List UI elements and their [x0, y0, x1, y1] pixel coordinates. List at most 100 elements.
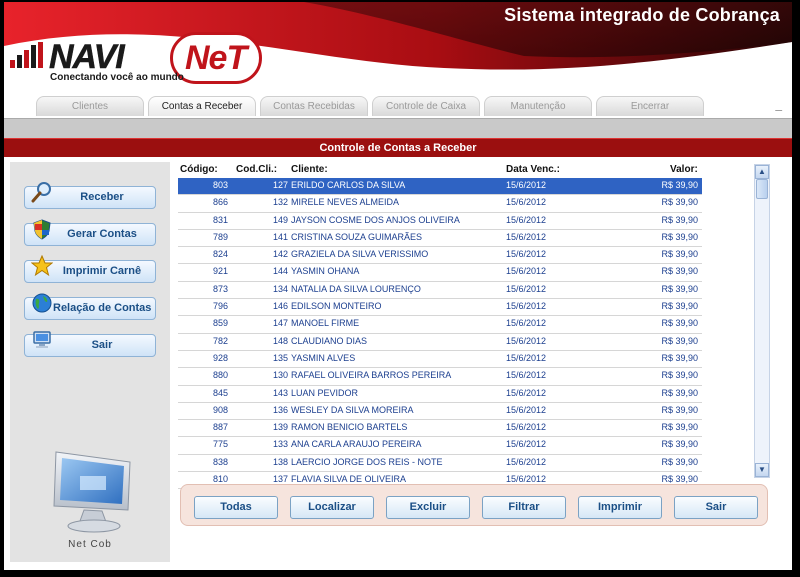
- sidebar-sair-button[interactable]: Sair: [24, 331, 156, 357]
- cell-valor: R$ 39,90: [661, 231, 698, 242]
- col-header-valor[interactable]: Valor:: [670, 164, 698, 175]
- imprimir-carne-button[interactable]: Imprimir Carnê: [24, 255, 156, 283]
- cell-data-venc: 15/6/2012: [506, 370, 547, 381]
- cell-codigo: 873: [212, 283, 228, 294]
- section-title: Controle de Contas a Receber: [4, 138, 792, 157]
- table-row[interactable]: 782 148 CLAUDIANO DIAS 15/6/2012 R$ 39,90: [178, 334, 702, 351]
- cell-codigo: 831: [212, 214, 228, 225]
- cell-codigo: 775: [212, 439, 228, 450]
- cell-cliente: EDILSON MONTEIRO: [291, 301, 382, 312]
- cell-data-venc: 15/6/2012: [506, 266, 547, 277]
- cell-cod-cli: 134: [272, 283, 288, 294]
- imprimir-carne-label: Imprimir Carnê: [62, 265, 142, 277]
- minimize-button[interactable]: _: [775, 98, 782, 112]
- cell-valor: R$ 39,90: [661, 214, 698, 225]
- table-row[interactable]: 887 139 RAMON BENICIO BARTELS 15/6/2012 R$ 3…: [178, 420, 702, 438]
- app-title: Sistema integrado de Cobrança: [504, 5, 780, 25]
- cell-data-venc: 15/6/2012: [506, 231, 547, 242]
- cell-cod-cli: 148: [272, 335, 288, 346]
- excluir-button[interactable]: Excluir: [386, 496, 470, 519]
- table-row[interactable]: 824 142 GRAZIELA DA SILVA VERISSIMO 15/6/20…: [178, 247, 702, 265]
- sidebar: Receber Gerar Contas Imprimir Carnê Rela…: [10, 162, 170, 562]
- table-row[interactable]: 803 127 ERILDO CARLOS DA SILVA 15/6/2012 R$ …: [178, 178, 702, 196]
- main-window: Sistema integrado de Cobrança NALVO NAVI…: [4, 2, 792, 570]
- cell-valor: R$ 39,90: [661, 301, 698, 312]
- tab-contas-a-receber[interactable]: Contas a Receber: [148, 96, 256, 116]
- cell-cod-cli: 138: [272, 456, 288, 467]
- table-row[interactable]: 831 149 JAYSON COSME DOS ANJOS OLIVEIRA 15/…: [178, 213, 702, 230]
- list-scrollbar[interactable]: ▲ ▼: [754, 164, 770, 478]
- cell-data-venc: 15/6/2012: [506, 214, 547, 225]
- table-row[interactable]: 845 143 LUAN PEVIDOR 15/6/2012 R$ 39,90: [178, 386, 702, 403]
- tab-encerrar[interactable]: Encerrar: [596, 96, 704, 116]
- table-row[interactable]: 775 133 ANA CARLA ARAUJO PEREIRA 15/6/2012 R…: [178, 437, 702, 455]
- cell-cliente: MIRELE NEVES ALMEIDA: [291, 197, 400, 208]
- cell-cliente: GRAZIELA DA SILVA VERISSIMO: [291, 249, 429, 260]
- tab-manutencao[interactable]: Manutenção: [484, 96, 592, 116]
- cell-valor: R$ 39,90: [661, 249, 698, 260]
- table-row[interactable]: 838 138 LAERCIO JORGE DOS REIS - NOTE 15/6/…: [178, 455, 702, 473]
- todas-button[interactable]: Todas: [194, 496, 278, 519]
- table-row[interactable]: 789 141 CRISTINA SOUZA GUIMARÃES 15/6/2012 R…: [178, 230, 702, 248]
- scroll-up-icon[interactable]: ▲: [755, 165, 769, 179]
- tab-clientes[interactable]: Clientes: [36, 96, 144, 116]
- scroll-down-icon[interactable]: ▼: [755, 463, 769, 477]
- table-row[interactable]: 796 146 EDILSON MONTEIRO 15/6/2012 R$ 39,90: [178, 299, 702, 317]
- cell-data-venc: 15/6/2012: [506, 352, 547, 363]
- cell-data-venc: 15/6/2012: [506, 387, 547, 398]
- col-header-codigo[interactable]: Código:: [180, 164, 218, 175]
- cell-cod-cli: 139: [272, 422, 288, 433]
- table-row[interactable]: 880 130 RAFAEL OLIVEIRA BARROS PEREIRA 15/6…: [178, 368, 702, 386]
- cell-codigo: 796: [212, 301, 228, 312]
- cell-codigo: 928: [212, 352, 228, 363]
- table-row[interactable]: 859 147 MANOEL FIRME 15/6/2012 R$ 39,90: [178, 316, 702, 334]
- cell-cod-cli: 147: [272, 318, 288, 329]
- cell-data-venc: 15/6/2012: [506, 197, 547, 208]
- cell-data-venc: 15/6/2012: [506, 249, 547, 260]
- col-header-data-venc[interactable]: Data Venc.:: [506, 164, 560, 175]
- cell-codigo: 866: [212, 197, 228, 208]
- cell-data-venc: 15/6/2012: [506, 283, 547, 294]
- cell-cod-cli: 133: [272, 439, 288, 450]
- localizar-button[interactable]: Localizar: [290, 496, 374, 519]
- netcob-label: Net Cob: [68, 539, 112, 550]
- cell-cod-cli: 141: [272, 231, 288, 242]
- sair-button[interactable]: Sair: [674, 496, 758, 519]
- cell-cliente: ANA CARLA ARAUJO PEREIRA: [291, 439, 422, 450]
- imprimir-button[interactable]: Imprimir: [578, 496, 662, 519]
- table-row[interactable]: 928 135 YASMIN ALVES 15/6/2012 R$ 39,90: [178, 351, 702, 369]
- relacao-de-contas-button[interactable]: Relação de Contas: [24, 293, 156, 320]
- cell-codigo: 880: [212, 370, 228, 381]
- col-header-cliente[interactable]: Cliente:: [291, 164, 328, 175]
- cell-cliente: LAERCIO JORGE DOS REIS - NOTE: [291, 456, 443, 467]
- table-row[interactable]: 908 136 WESLEY DA SILVA MOREIRA 15/6/2012 R$…: [178, 403, 702, 421]
- cell-data-venc: 15/6/2012: [506, 301, 547, 312]
- tab-contas-recebidas[interactable]: Contas Recebidas: [260, 96, 368, 116]
- gerar-contas-button[interactable]: Gerar Contas: [24, 219, 156, 246]
- receber-button[interactable]: Receber: [24, 182, 156, 209]
- scroll-thumb[interactable]: [756, 179, 768, 199]
- cell-valor: R$ 39,90: [661, 352, 698, 363]
- col-header-cod-cli[interactable]: Cod.Cli.:: [236, 164, 277, 175]
- user-label: NALVO: [748, 62, 782, 73]
- cell-codigo: 782: [212, 335, 228, 346]
- cell-cod-cli: 146: [272, 301, 288, 312]
- cell-cod-cli: 143: [272, 387, 288, 398]
- cell-valor: R$ 39,90: [661, 439, 698, 450]
- shield-icon: [33, 219, 51, 240]
- filtrar-button[interactable]: Filtrar: [482, 496, 566, 519]
- table-row[interactable]: 873 134 NATALIA DA SILVA LOURENÇO 15/6/2012…: [178, 282, 702, 300]
- cell-cliente: JAYSON COSME DOS ANJOS OLIVEIRA: [291, 214, 460, 225]
- cell-cod-cli: 144: [272, 266, 288, 277]
- logo-tagline: Conectando você ao mundo: [50, 72, 184, 83]
- cell-valor: R$ 39,90: [661, 266, 698, 277]
- cell-codigo: 887: [212, 422, 228, 433]
- table-body: 803 127 ERILDO CARLOS DA SILVA 15/6/2012 R$ …: [178, 178, 702, 490]
- tab-controle-de-caixa[interactable]: Controle de Caixa: [372, 96, 480, 116]
- action-bar: Todas Localizar Excluir Filtrar Imprimir…: [180, 484, 768, 526]
- cell-cliente: RAFAEL OLIVEIRA BARROS PEREIRA: [291, 370, 452, 381]
- table-row[interactable]: 921 144 YASMIN OHANA 15/6/2012 R$ 39,90: [178, 264, 702, 282]
- cell-valor: R$ 39,90: [661, 283, 698, 294]
- gerar-contas-label: Gerar Contas: [67, 228, 137, 240]
- table-row[interactable]: 866 132 MIRELE NEVES ALMEIDA 15/6/2012 R$ 39…: [178, 195, 702, 213]
